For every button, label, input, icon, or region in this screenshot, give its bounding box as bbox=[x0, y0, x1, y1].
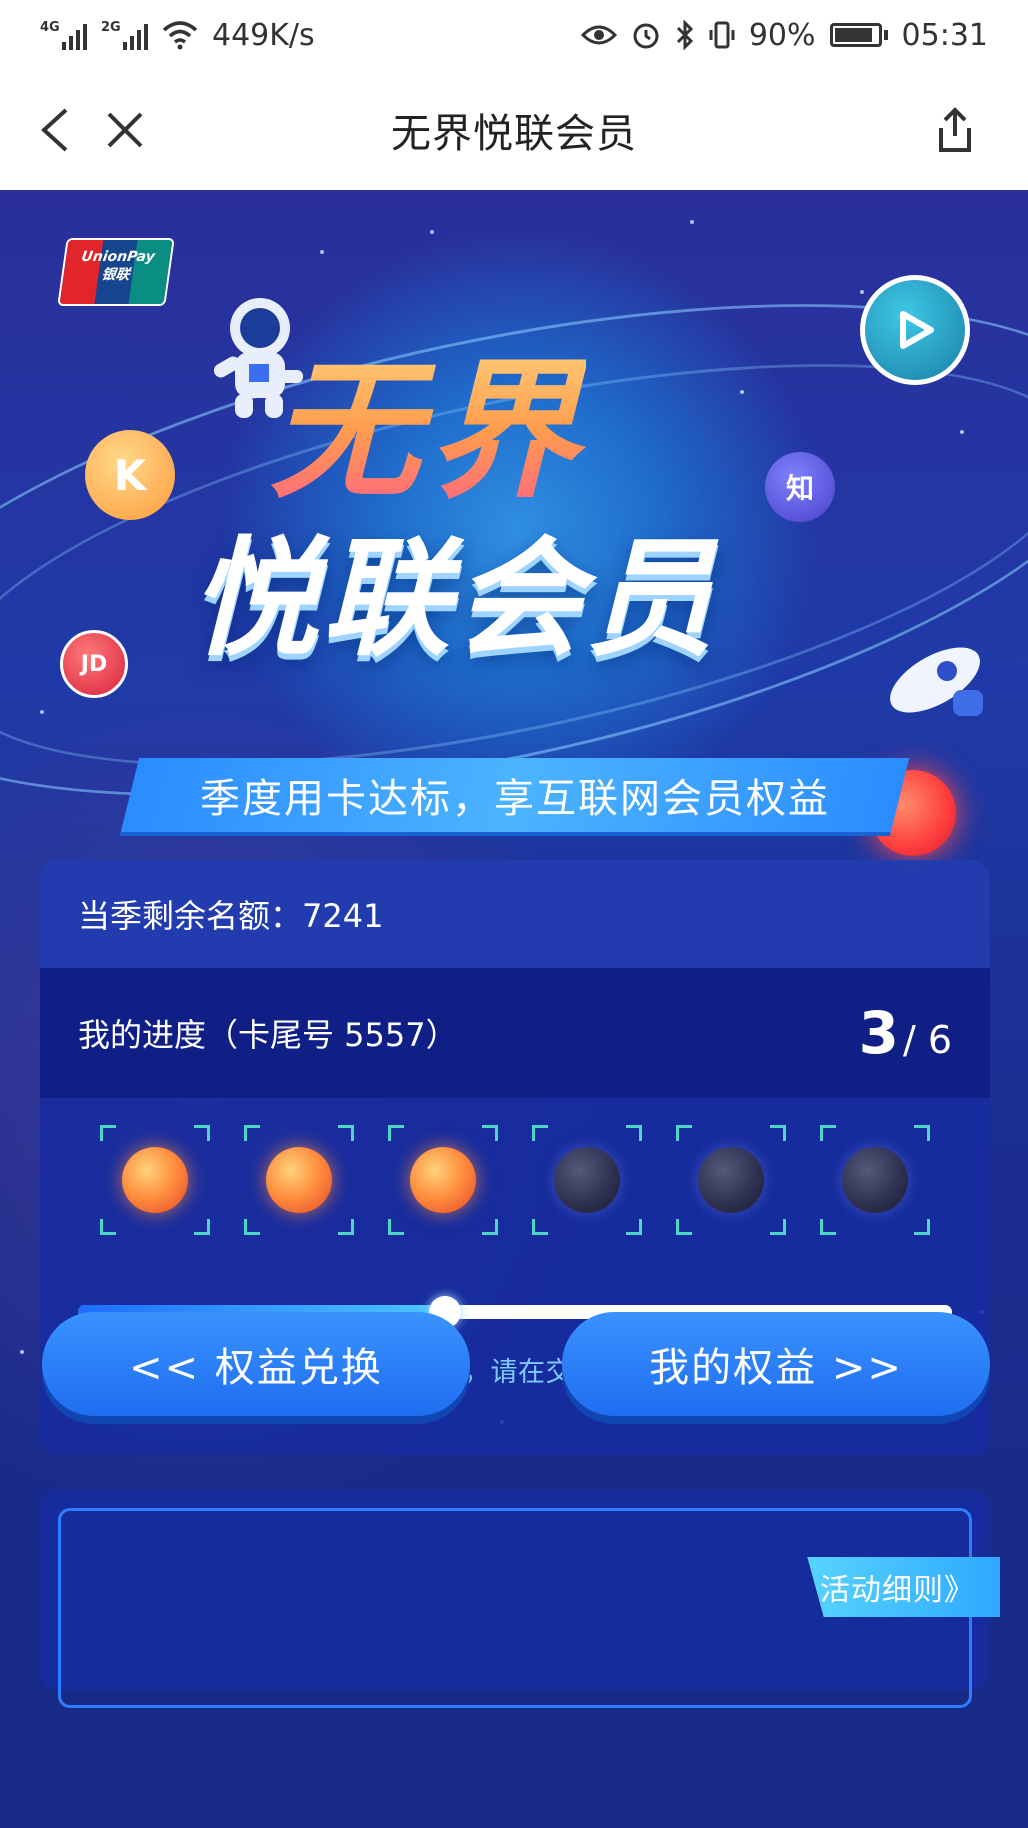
k-coin-icon: K bbox=[85, 430, 175, 520]
close-button[interactable] bbox=[85, 70, 165, 190]
rocket-illustration bbox=[890, 647, 983, 716]
bluetooth-icon bbox=[676, 20, 693, 50]
quota-row: 当季剩余名额：7241 bbox=[40, 860, 990, 968]
planet-dim-icon bbox=[698, 1147, 764, 1213]
progress-slot bbox=[676, 1125, 786, 1235]
planet-dim-icon bbox=[842, 1147, 908, 1213]
planet-dim-icon bbox=[554, 1147, 620, 1213]
clock: 05:31 bbox=[901, 17, 988, 53]
network-speed: 449K/s bbox=[212, 17, 315, 53]
my-benefits-button[interactable]: 我的权益 >> bbox=[562, 1312, 990, 1416]
signal-2g-icon: 2G bbox=[101, 20, 148, 50]
progress-label: 我的进度（卡尾号 5557） bbox=[78, 1016, 458, 1054]
progress-slot bbox=[820, 1125, 930, 1235]
exchange-benefits-button[interactable]: << 权益兑换 bbox=[42, 1312, 470, 1416]
planet-lit-icon bbox=[122, 1147, 188, 1213]
nav-bar: 无界悦联会员 bbox=[0, 70, 1028, 190]
video-play-coin-icon bbox=[860, 275, 970, 385]
planet-lit-icon bbox=[410, 1147, 476, 1213]
zhihu-coin-icon: 知 bbox=[765, 452, 835, 522]
progress-planets bbox=[100, 1125, 930, 1235]
slogan-text: 季度用卡达标，享互联网会员权益 bbox=[200, 776, 830, 822]
logo-text-cn: 银联 bbox=[100, 267, 131, 283]
logo-text-en: UnionPay bbox=[80, 249, 156, 265]
progress-slot bbox=[388, 1125, 498, 1235]
wifi-icon bbox=[162, 21, 198, 50]
signal-4g-icon: 4G bbox=[40, 20, 87, 50]
main-content: UnionPay 银联 K 知 JD 无界 悦联会员 季度用卡达标，享互联网会员权… bbox=[0, 190, 1028, 1828]
quota-text: 当季剩余名额：7241 bbox=[78, 897, 384, 935]
network-type-2: 2G bbox=[101, 20, 121, 35]
close-icon bbox=[107, 112, 143, 148]
share-icon bbox=[939, 107, 971, 152]
progress-current: 3 bbox=[858, 999, 899, 1067]
back-button[interactable] bbox=[15, 70, 95, 190]
progress-count: 3 / 6 bbox=[859, 999, 952, 1067]
vibrate-icon bbox=[709, 21, 735, 49]
activity-rules-button[interactable]: 活动细则》 bbox=[807, 1557, 1000, 1617]
battery-icon bbox=[829, 23, 888, 47]
chevron-left-icon bbox=[41, 108, 68, 152]
slogan-ribbon: 季度用卡达标，享互联网会员权益 bbox=[120, 758, 910, 832]
share-button[interactable] bbox=[915, 70, 995, 190]
eye-icon bbox=[580, 25, 617, 45]
progress-slot bbox=[100, 1125, 210, 1235]
jd-coin-icon: JD bbox=[60, 630, 128, 698]
network-type-1: 4G bbox=[40, 20, 60, 35]
progress-slot bbox=[244, 1125, 354, 1235]
progress-row: 我的进度（卡尾号 5557） 3 / 6 bbox=[40, 968, 990, 1098]
progress-total: / 6 bbox=[902, 1018, 952, 1062]
alarm-icon bbox=[633, 23, 659, 49]
battery-percent: 90% bbox=[748, 17, 816, 53]
unionpay-logo: UnionPay 银联 bbox=[57, 238, 175, 306]
planet-lit-icon bbox=[266, 1147, 332, 1213]
hero-title-line-2: 悦联会员 bbox=[190, 525, 719, 674]
status-bar: 4G 2G 449K/s 90% 05:31 bbox=[0, 0, 1028, 70]
progress-slot bbox=[532, 1125, 642, 1235]
